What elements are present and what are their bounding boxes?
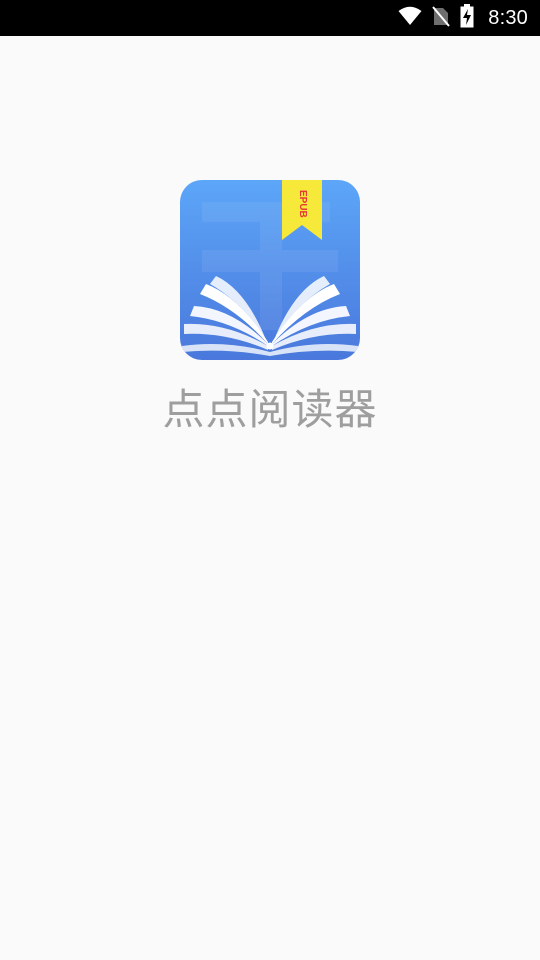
- app-name: 点点阅读器: [162, 385, 378, 434]
- app-logo-icon: EPUB: [180, 180, 360, 360]
- status-icons: 8:30: [398, 0, 528, 36]
- battery-charging-icon: [460, 4, 474, 32]
- status-time: 8:30: [488, 7, 528, 29]
- no-sim-icon: [432, 5, 451, 31]
- splash-screen: EPUB 点点阅读器: [0, 36, 540, 960]
- status-bar: 8:30: [0, 0, 540, 36]
- wifi-icon: [398, 6, 422, 30]
- epub-badge-text: EPUB: [297, 190, 308, 218]
